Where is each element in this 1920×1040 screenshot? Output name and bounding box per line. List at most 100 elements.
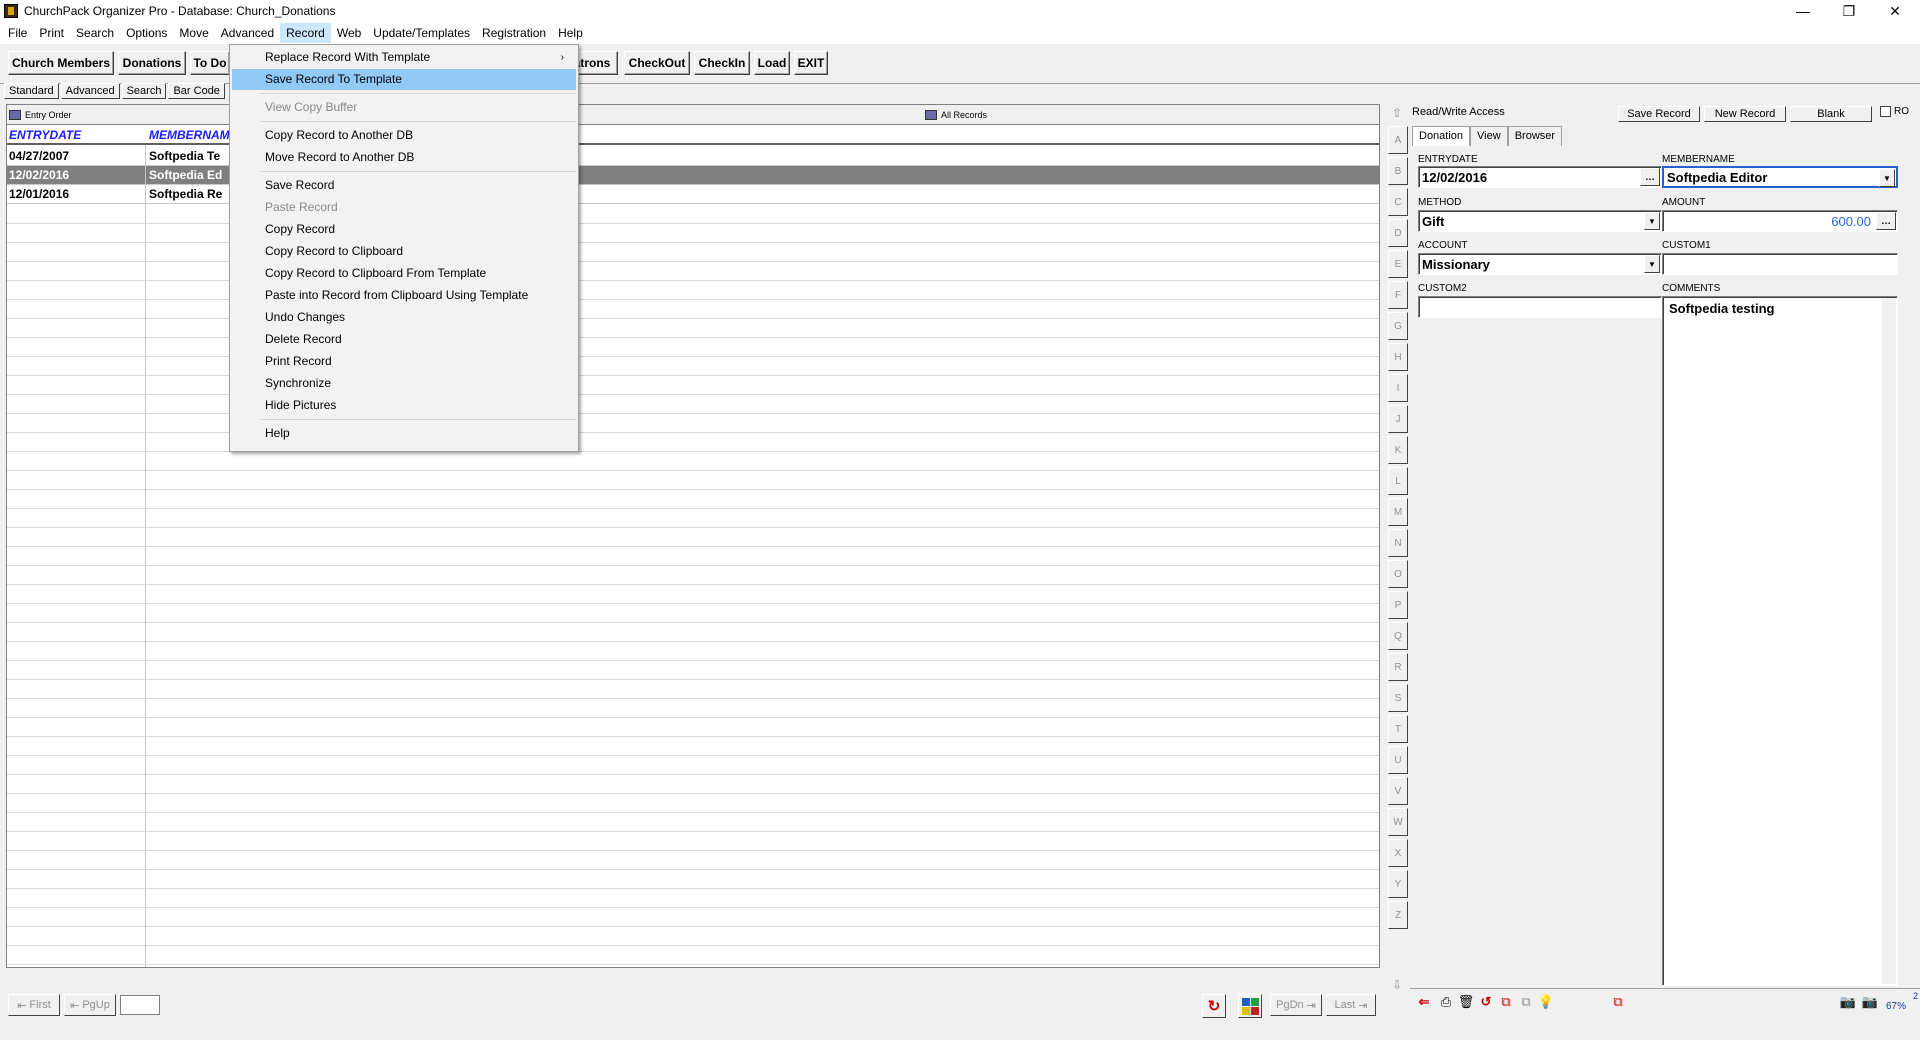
menu-item-move-to-db[interactable]: Move Record to Another DB (232, 147, 576, 168)
table-row[interactable]: 04/27/2007 Softpedia Te (7, 147, 1379, 166)
membername-field[interactable]: Softpedia Editor ▼ (1662, 166, 1898, 188)
menu-item-synchronize[interactable]: Synchronize (232, 373, 576, 394)
alpha-index-u[interactable]: U (1388, 746, 1408, 774)
trash-icon[interactable]: 🗑 (1456, 992, 1476, 1012)
comments-scrollbar[interactable] (1882, 298, 1896, 984)
custom2-field[interactable] (1418, 296, 1662, 318)
alpha-index-y[interactable]: Y (1388, 870, 1408, 898)
alpha-index-e[interactable]: E (1388, 250, 1408, 278)
exit-button[interactable]: EXIT (794, 51, 828, 75)
page-up-button[interactable]: ⇤ PgUp (64, 994, 116, 1016)
alpha-index-c[interactable]: C (1388, 188, 1408, 216)
menu-item-undo-changes[interactable]: Undo Changes (232, 307, 576, 328)
menu-update-templates[interactable]: Update/Templates (367, 23, 476, 43)
close-button[interactable]: ✕ (1872, 0, 1918, 22)
alpha-index-i[interactable]: I (1388, 374, 1408, 402)
tab-view[interactable]: View (1470, 126, 1508, 146)
minimize-button[interactable]: — (1780, 0, 1826, 22)
donations-button[interactable]: Donations (118, 51, 186, 75)
alpha-index-m[interactable]: M (1388, 498, 1408, 526)
alpha-index-v[interactable]: V (1388, 777, 1408, 805)
readonly-checkbox[interactable] (1880, 106, 1891, 117)
comments-textarea[interactable]: Softpedia testing (1662, 296, 1898, 986)
maximize-button[interactable]: ❐ (1826, 0, 1872, 22)
menu-item-copy-clipboard-template[interactable]: Copy Record to Clipboard From Template (232, 263, 576, 284)
refresh-icon[interactable]: ↻ (1202, 994, 1226, 1018)
menu-advanced[interactable]: Advanced (215, 23, 280, 43)
menu-item-copy-to-db[interactable]: Copy Record to Another DB (232, 125, 576, 146)
menu-help[interactable]: Help (552, 23, 589, 43)
menu-item-paste-clipboard-template[interactable]: Paste into Record from Clipboard Using T… (232, 285, 576, 306)
page-jump-input[interactable] (120, 995, 160, 1015)
menu-item-copy-to-clipboard[interactable]: Copy Record to Clipboard (232, 241, 576, 262)
camera-icon[interactable]: 📷 (1838, 992, 1858, 1012)
scroll-down-arrow-icon[interactable]: ⇩ (1392, 978, 1402, 992)
tab-search[interactable]: Search (121, 83, 167, 99)
last-record-button[interactable]: Last ⇥ (1326, 994, 1376, 1016)
records-grid[interactable]: Entry Order All Records ENTRYDATE MEMBER… (6, 104, 1380, 968)
todo-button[interactable]: To Do (190, 51, 230, 75)
page-down-button[interactable]: PgDn ⇥ (1270, 994, 1322, 1016)
checkout-button[interactable]: CheckOut (624, 51, 690, 75)
blank-button[interactable]: Blank (1790, 106, 1872, 122)
alpha-index-s[interactable]: S (1388, 684, 1408, 712)
church-members-button[interactable]: Church Members (8, 51, 114, 75)
readonly-toggle[interactable]: RO (1880, 106, 1909, 117)
alpha-index-b[interactable]: B (1388, 157, 1408, 185)
alpha-index-g[interactable]: G (1388, 312, 1408, 340)
alpha-index-f[interactable]: F (1388, 281, 1408, 309)
chevron-down-icon[interactable]: ▼ (1644, 255, 1660, 273)
template-icon[interactable]: ⧉ (1608, 992, 1628, 1012)
account-select[interactable]: Missionary ▼ (1418, 253, 1662, 275)
date-picker-button[interactable]: … (1640, 168, 1660, 186)
table-row[interactable]: 12/01/2016 Softpedia Re (7, 185, 1379, 204)
menu-item-paste-record[interactable]: Paste Record (232, 197, 576, 218)
menu-web[interactable]: Web (331, 23, 367, 43)
alpha-index-q[interactable]: Q (1388, 622, 1408, 650)
alpha-index-p[interactable]: P (1388, 591, 1408, 619)
tab-advanced[interactable]: Advanced (60, 83, 120, 99)
custom1-field[interactable] (1662, 253, 1898, 275)
scroll-up-arrow-icon[interactable]: ⇧ (1392, 106, 1402, 120)
back-arrow-icon[interactable]: ⇐ (1414, 992, 1434, 1012)
menu-item-delete-record[interactable]: Delete Record (232, 329, 576, 350)
alpha-index-l[interactable]: L (1388, 467, 1408, 495)
tab-donation[interactable]: Donation (1412, 126, 1471, 146)
menu-move[interactable]: Move (173, 23, 214, 43)
alpha-index-d[interactable]: D (1388, 219, 1408, 247)
menu-file[interactable]: File (2, 23, 33, 43)
save-record-button[interactable]: Save Record (1618, 106, 1700, 122)
chevron-down-icon[interactable]: ▼ (1644, 212, 1660, 230)
sort-order-selector[interactable]: Entry Order (9, 107, 72, 123)
forward-camera-icon[interactable]: 📷 (1860, 992, 1880, 1012)
menu-record[interactable]: Record (280, 23, 331, 43)
menu-item-hide-pictures[interactable]: Hide Pictures (232, 395, 576, 416)
tab-browser[interactable]: Browser (1507, 126, 1563, 146)
tab-standard[interactable]: Standard (4, 83, 59, 99)
alpha-index-x[interactable]: X (1388, 839, 1408, 867)
method-select[interactable]: Gift ▼ (1418, 210, 1662, 232)
checkin-button[interactable]: CheckIn (694, 51, 750, 75)
alpha-index-a[interactable]: A (1388, 126, 1408, 154)
menu-item-help[interactable]: Help (232, 423, 576, 444)
menu-item-replace-with-template[interactable]: Replace Record With Template › (232, 47, 576, 68)
column-header-entrydate[interactable]: ENTRYDATE (9, 128, 81, 142)
amount-field[interactable]: 600.00 … (1662, 210, 1898, 232)
alpha-index-j[interactable]: J (1388, 405, 1408, 433)
menu-item-view-copy-buffer[interactable]: View Copy Buffer (232, 97, 576, 118)
alpha-index-z[interactable]: Z (1388, 901, 1408, 929)
printer-icon[interactable]: ⎙ (1436, 992, 1456, 1012)
filter-selector[interactable]: All Records (925, 107, 987, 123)
menu-search[interactable]: Search (70, 23, 120, 43)
color-grid-icon[interactable] (1238, 994, 1262, 1018)
entrydate-field[interactable]: 12/02/2016 … (1418, 166, 1662, 188)
table-row-selected[interactable]: 12/02/2016 Softpedia Ed (7, 166, 1379, 185)
chevron-down-icon[interactable]: ▼ (1879, 169, 1895, 187)
alpha-index-k[interactable]: K (1388, 436, 1408, 464)
menu-item-copy-record[interactable]: Copy Record (232, 219, 576, 240)
alpha-index-w[interactable]: W (1388, 808, 1408, 836)
menu-item-save-to-template[interactable]: Save Record To Template (232, 69, 576, 90)
first-record-button[interactable]: ⇤ First (8, 994, 60, 1016)
column-header-membername[interactable]: MEMBERNAM (149, 128, 230, 142)
menu-options[interactable]: Options (120, 23, 173, 43)
